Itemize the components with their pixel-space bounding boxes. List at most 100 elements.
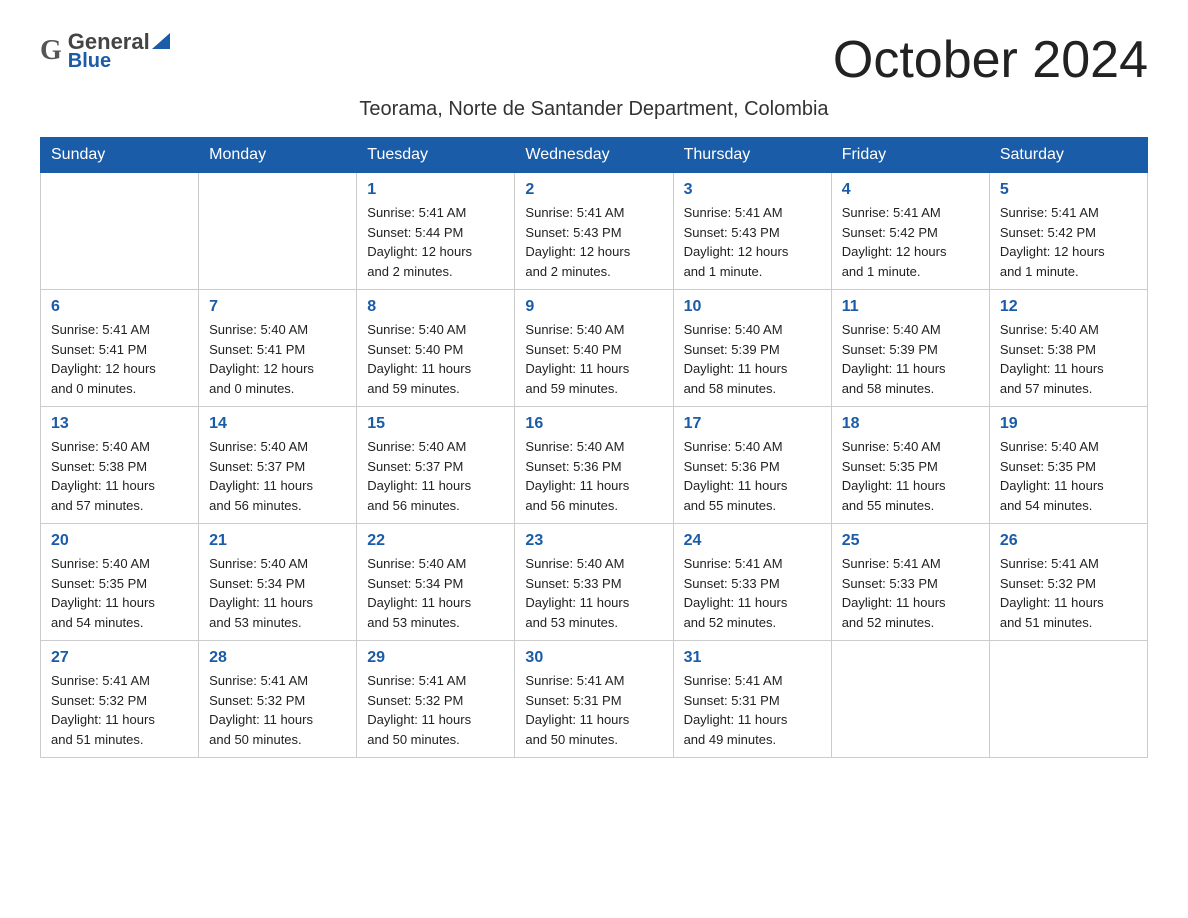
calendar-cell: 3 Sunrise: 5:41 AMSunset: 5:43 PMDaylight… [673, 173, 831, 290]
day-number: 6 [51, 298, 188, 316]
calendar-cell: 13 Sunrise: 5:40 AMSunset: 5:38 PMDayligh… [41, 407, 199, 524]
calendar-cell: 19 Sunrise: 5:40 AMSunset: 5:35 PMDayligh… [989, 407, 1147, 524]
calendar-cell: 7 Sunrise: 5:40 AMSunset: 5:41 PMDaylight… [199, 290, 357, 407]
day-info: Sunrise: 5:40 AMSunset: 5:33 PMDaylight:… [525, 554, 662, 632]
day-number: 19 [1000, 415, 1137, 433]
day-header-sunday: Sunday [41, 138, 199, 173]
day-number: 18 [842, 415, 979, 433]
day-number: 3 [684, 181, 821, 199]
calendar-cell: 10Sunrise: 5:40 AMSunset: 5:39 PMDayligh… [673, 290, 831, 407]
day-header-saturday: Saturday [989, 138, 1147, 173]
day-number: 1 [367, 181, 504, 199]
day-header-friday: Friday [831, 138, 989, 173]
day-info: Sunrise: 5:40 AMSunset: 5:37 PMDaylight:… [209, 437, 346, 515]
day-info: Sunrise: 5:41 AMSunset: 5:44 PMDaylight:… [367, 203, 504, 281]
day-number: 20 [51, 532, 188, 550]
calendar-cell: 16 Sunrise: 5:40 AMSunset: 5:36 PMDayligh… [515, 407, 673, 524]
day-number: 4 [842, 181, 979, 199]
calendar-cell: 18 Sunrise: 5:40 AMSunset: 5:35 PMDayligh… [831, 407, 989, 524]
day-info: Sunrise: 5:40 AMSunset: 5:36 PMDaylight:… [525, 437, 662, 515]
day-info: Sunrise: 5:41 AMSunset: 5:31 PMDaylight:… [525, 671, 662, 749]
day-number: 22 [367, 532, 504, 550]
logo-blue-text: Blue [68, 50, 170, 72]
day-number: 11 [842, 298, 979, 316]
day-info: Sunrise: 5:41 AMSunset: 5:41 PMDaylight:… [51, 320, 188, 398]
calendar-cell: 22 Sunrise: 5:40 AMSunset: 5:34 PMDayligh… [357, 524, 515, 641]
day-number: 7 [209, 298, 346, 316]
calendar-cell: 31Sunrise: 5:41 AMSunset: 5:31 PMDayligh… [673, 641, 831, 758]
day-info: Sunrise: 5:41 AMSunset: 5:32 PMDaylight:… [367, 671, 504, 749]
calendar-header-row: SundayMondayTuesdayWednesdayThursdayFrid… [41, 138, 1148, 173]
calendar-cell: 11 Sunrise: 5:40 AMSunset: 5:39 PMDayligh… [831, 290, 989, 407]
day-number: 8 [367, 298, 504, 316]
calendar-cell: 23 Sunrise: 5:40 AMSunset: 5:33 PMDayligh… [515, 524, 673, 641]
day-info: Sunrise: 5:41 AMSunset: 5:43 PMDaylight:… [684, 203, 821, 281]
calendar-cell: 12 Sunrise: 5:40 AMSunset: 5:38 PMDayligh… [989, 290, 1147, 407]
week-row-2: 6 Sunrise: 5:41 AMSunset: 5:41 PMDaylight… [41, 290, 1148, 407]
calendar-cell: 8 Sunrise: 5:40 AMSunset: 5:40 PMDaylight… [357, 290, 515, 407]
day-number: 12 [1000, 298, 1137, 316]
week-row-4: 20 Sunrise: 5:40 AMSunset: 5:35 PMDayligh… [41, 524, 1148, 641]
day-header-tuesday: Tuesday [357, 138, 515, 173]
day-info: Sunrise: 5:41 AMSunset: 5:33 PMDaylight:… [684, 554, 821, 632]
day-info: Sunrise: 5:40 AMSunset: 5:38 PMDaylight:… [51, 437, 188, 515]
day-number: 23 [525, 532, 662, 550]
day-number: 14 [209, 415, 346, 433]
day-number: 29 [367, 649, 504, 667]
day-number: 17 [684, 415, 821, 433]
calendar-cell: 14 Sunrise: 5:40 AMSunset: 5:37 PMDayligh… [199, 407, 357, 524]
calendar-cell [831, 641, 989, 758]
calendar-cell: 15Sunrise: 5:40 AMSunset: 5:37 PMDayligh… [357, 407, 515, 524]
calendar-cell [41, 173, 199, 290]
day-number: 2 [525, 181, 662, 199]
calendar-cell: 28 Sunrise: 5:41 AMSunset: 5:32 PMDayligh… [199, 641, 357, 758]
day-number: 27 [51, 649, 188, 667]
day-header-monday: Monday [199, 138, 357, 173]
day-number: 21 [209, 532, 346, 550]
calendar-cell: 30 Sunrise: 5:41 AMSunset: 5:31 PMDayligh… [515, 641, 673, 758]
calendar-cell: 6 Sunrise: 5:41 AMSunset: 5:41 PMDaylight… [41, 290, 199, 407]
day-info: Sunrise: 5:40 AMSunset: 5:39 PMDaylight:… [842, 320, 979, 398]
calendar-cell: 29 Sunrise: 5:41 AMSunset: 5:32 PMDayligh… [357, 641, 515, 758]
day-info: Sunrise: 5:40 AMSunset: 5:36 PMDaylight:… [684, 437, 821, 515]
day-info: Sunrise: 5:40 AMSunset: 5:34 PMDaylight:… [209, 554, 346, 632]
day-number: 5 [1000, 181, 1137, 199]
day-info: Sunrise: 5:40 AMSunset: 5:38 PMDaylight:… [1000, 320, 1137, 398]
week-row-3: 13 Sunrise: 5:40 AMSunset: 5:38 PMDayligh… [41, 407, 1148, 524]
day-info: Sunrise: 5:41 AMSunset: 5:42 PMDaylight:… [842, 203, 979, 281]
calendar-cell [989, 641, 1147, 758]
calendar-cell: 27Sunrise: 5:41 AMSunset: 5:32 PMDayligh… [41, 641, 199, 758]
logo-g-letter: G [40, 35, 62, 67]
calendar-cell: 1 Sunrise: 5:41 AMSunset: 5:44 PMDaylight… [357, 173, 515, 290]
day-info: Sunrise: 5:41 AMSunset: 5:43 PMDaylight:… [525, 203, 662, 281]
calendar-cell [199, 173, 357, 290]
day-number: 25 [842, 532, 979, 550]
day-number: 26 [1000, 532, 1137, 550]
calendar-cell: 2 Sunrise: 5:41 AMSunset: 5:43 PMDaylight… [515, 173, 673, 290]
page-header: G General Blue October 2024 [40, 30, 1148, 90]
calendar-cell: 21 Sunrise: 5:40 AMSunset: 5:34 PMDayligh… [199, 524, 357, 641]
day-info: Sunrise: 5:40 AMSunset: 5:35 PMDaylight:… [1000, 437, 1137, 515]
day-info: Sunrise: 5:40 AMSunset: 5:34 PMDaylight:… [367, 554, 504, 632]
day-number: 30 [525, 649, 662, 667]
calendar-cell: 26Sunrise: 5:41 AMSunset: 5:32 PMDayligh… [989, 524, 1147, 641]
day-info: Sunrise: 5:41 AMSunset: 5:33 PMDaylight:… [842, 554, 979, 632]
calendar-cell: 9 Sunrise: 5:40 AMSunset: 5:40 PMDaylight… [515, 290, 673, 407]
day-info: Sunrise: 5:40 AMSunset: 5:41 PMDaylight:… [209, 320, 346, 398]
day-info: Sunrise: 5:40 AMSunset: 5:35 PMDaylight:… [842, 437, 979, 515]
day-number: 16 [525, 415, 662, 433]
day-info: Sunrise: 5:41 AMSunset: 5:32 PMDaylight:… [209, 671, 346, 749]
day-number: 9 [525, 298, 662, 316]
day-number: 24 [684, 532, 821, 550]
day-number: 13 [51, 415, 188, 433]
calendar-cell: 25 Sunrise: 5:41 AMSunset: 5:33 PMDayligh… [831, 524, 989, 641]
day-info: Sunrise: 5:40 AMSunset: 5:35 PMDaylight:… [51, 554, 188, 632]
day-header-wednesday: Wednesday [515, 138, 673, 173]
day-number: 10 [684, 298, 821, 316]
day-info: Sunrise: 5:40 AMSunset: 5:40 PMDaylight:… [367, 320, 504, 398]
day-number: 28 [209, 649, 346, 667]
logo: G General Blue [40, 30, 170, 72]
day-info: Sunrise: 5:40 AMSunset: 5:40 PMDaylight:… [525, 320, 662, 398]
calendar-table: SundayMondayTuesdayWednesdayThursdayFrid… [40, 137, 1148, 758]
day-number: 31 [684, 649, 821, 667]
